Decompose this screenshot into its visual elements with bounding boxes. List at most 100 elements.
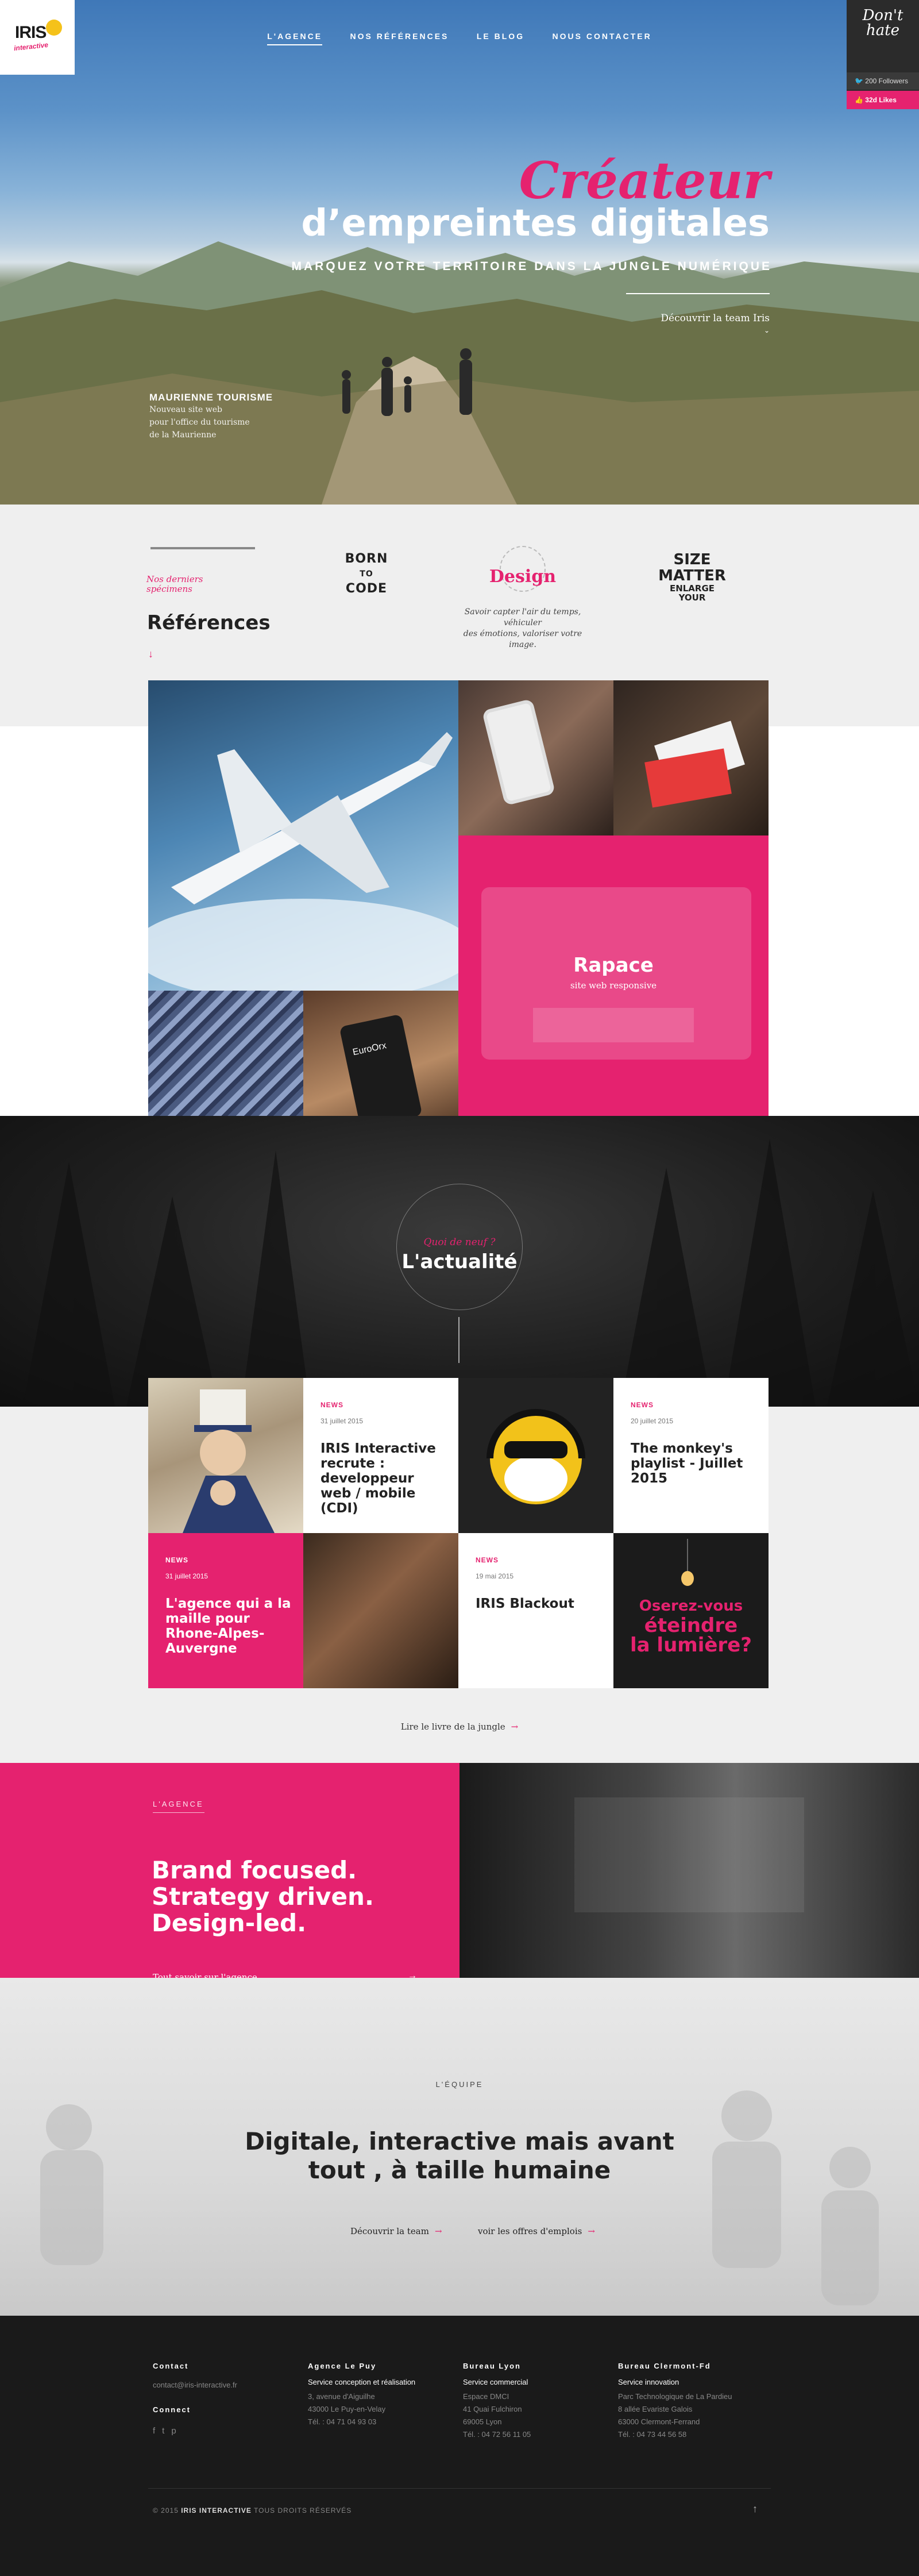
badge-line: MATTER — [658, 567, 726, 584]
news-title: L'actualité — [401, 1250, 518, 1273]
featured-reference-subtitle: site web responsive — [570, 980, 657, 991]
news-image-monkey[interactable] — [458, 1378, 613, 1533]
references-title: Références — [147, 611, 271, 634]
footer — [0, 2316, 919, 2576]
news-title: L'agence qui a la maille pour Rhone-Alpe… — [165, 1596, 291, 1656]
footer-email-link[interactable]: contact@iris-interactive.fr — [153, 2379, 237, 2392]
jobs-link[interactable]: voir les offres d'emplois → — [478, 2226, 595, 2236]
nav-item-agence[interactable]: L'agence — [267, 32, 323, 45]
office-service: Service conception et réalisation — [308, 2378, 416, 2386]
airplane-image — [148, 732, 458, 991]
twitter-followers-button[interactable]: 🐦 200 Followers — [847, 72, 919, 90]
design-text-line: des émotions, valoriser votre image. — [463, 629, 582, 649]
born-to-code-badge: BORN TO CODE — [337, 552, 396, 596]
footer-contact-title: Contact — [153, 2362, 189, 2370]
footer-divider — [148, 2488, 771, 2489]
copyright: © 2015 IRIS INTERACTIVE TOUS DROITS RÉSE… — [153, 2506, 352, 2515]
reference-tile-airplane[interactable] — [148, 680, 458, 991]
kicker-line: spécimens — [146, 584, 192, 594]
design-text: Savoir capter l'air du temps, véhiculer … — [460, 607, 586, 650]
office-service: Service commercial — [463, 2378, 528, 2386]
news-image-uncle-sam[interactable] — [148, 1378, 303, 1533]
arrow-down-icon: ↓ — [148, 648, 153, 660]
facebook-likes-button[interactable]: 👍 32d Likes — [847, 91, 919, 109]
nav-item-contact[interactable]: Nous contacter — [553, 32, 652, 41]
hero-section: IRIS interactive L'agence Nos références… — [0, 0, 919, 505]
uncle-sam-illustration — [183, 1389, 275, 1533]
caption-title: Maurienne Tourisme — [149, 392, 273, 403]
poster-line: la lumière? — [630, 1634, 752, 1657]
news-date: 31 juillet 2015 — [321, 1417, 364, 1425]
twitter-count: 200 Followers — [865, 77, 908, 85]
arrow-right-icon: → — [511, 1722, 519, 1732]
hero-mountains-illustration — [0, 241, 919, 505]
design-badge[interactable]: Design Savoir capter l'air du temps, véh… — [460, 546, 586, 650]
nav-item-blog[interactable]: Le blog — [477, 32, 524, 41]
news-card[interactable]: News 31 juillet 2015 L'agence qui a la m… — [148, 1533, 303, 1688]
kicker-line: Nos derniers — [146, 574, 203, 584]
agence-kicker: L'agence — [153, 1800, 204, 1808]
address-line: 8 allée Evariste Galois — [618, 2405, 693, 2413]
hero-cta-link[interactable]: Découvrir la team Iris ⌄ — [626, 293, 770, 334]
news-title: IRIS Blackout — [476, 1596, 574, 1611]
featured-reference-title: Rapace — [573, 954, 654, 977]
reference-tile-business-cards[interactable] — [613, 680, 769, 835]
equipe-title-line: tout , à taille humaine — [308, 2156, 611, 2184]
caption-line: pour l'office du tourisme — [149, 418, 250, 427]
news-image-team[interactable] — [303, 1533, 458, 1688]
address-line: Tél. : 04 71 04 93 03 — [308, 2417, 377, 2426]
news-card[interactable]: News 31 juillet 2015 IRIS Interactive re… — [303, 1378, 458, 1533]
footer-social-icons: ftp — [153, 2425, 183, 2438]
agence-title-line: Strategy driven. — [152, 1882, 374, 1911]
back-to-top-arrow-icon[interactable]: ↑ — [752, 2503, 758, 2515]
address-line: 43000 Le Puy-en-Velay — [308, 2405, 386, 2413]
hero-caption[interactable]: Maurienne Tourisme Nouveau site web pour… — [149, 392, 273, 441]
pinterest-icon[interactable]: p — [171, 2426, 183, 2436]
news-kicker: Quoi de neuf ? — [423, 1237, 496, 1248]
address-line: Parc Technologique de La Pardieu — [618, 2392, 732, 2401]
design-title: Design — [489, 567, 557, 587]
team-link[interactable]: Découvrir la team → — [350, 2226, 442, 2236]
poster-text: Oserez-vous éteindre la lumière? — [625, 1596, 757, 1655]
address-line: 3, avenue d'Aiguilhe — [308, 2392, 375, 2401]
news-label: News — [165, 1556, 188, 1564]
news-card[interactable]: News 19 mai 2015 IRIS Blackout — [458, 1533, 613, 1688]
reference-tile-phone[interactable] — [458, 680, 613, 835]
social-panel: Don't hate 🐦 200 Followers 👍 32d Likes — [847, 0, 919, 109]
copyright-year: © 2015 — [153, 2506, 179, 2515]
reference-tile-rapace[interactable] — [458, 835, 769, 1146]
office-window — [574, 1797, 804, 1912]
chevron-down-icon: ⌄ — [763, 326, 770, 334]
eurorx-label: EuroOrx — [352, 1041, 388, 1058]
product-image — [533, 1008, 694, 1042]
copyright-brand: IRIS INTERACTIVE — [181, 2506, 252, 2515]
agence-title-line: Brand focused. — [152, 1856, 357, 1884]
twitter-icon[interactable]: t — [162, 2426, 171, 2436]
references-divider — [150, 547, 255, 549]
facebook-icon[interactable]: f — [153, 2426, 162, 2436]
arrow-right-icon: → — [434, 2226, 442, 2236]
signature-text: Don't hate — [862, 7, 903, 39]
badge-line: ENLARGE — [669, 583, 715, 594]
address-line: 69005 Lyon — [463, 2417, 502, 2426]
badge-line: SIZE — [673, 551, 711, 568]
news-image-blackout-poster[interactable]: Oserez-vous éteindre la lumière? — [613, 1533, 769, 1688]
lightbulb-icon — [681, 1571, 694, 1586]
agence-photo — [460, 1763, 919, 1978]
phone-image: EuroOrx — [339, 1014, 423, 1129]
hero-title-main: d’empreintes digitales — [301, 202, 770, 245]
badge-line: BORN — [345, 552, 388, 566]
address-line: 63000 Clermont-Ferrand — [618, 2417, 700, 2426]
equipe-title-line: Digitale, interactive mais avant — [245, 2127, 674, 2155]
news-date: 20 juillet 2015 — [631, 1417, 674, 1425]
address-line: Espace DMCI — [463, 2392, 509, 2401]
nav-item-references[interactable]: Nos références — [350, 32, 449, 41]
news-date: 19 mai 2015 — [476, 1572, 514, 1580]
badge-line: YOUR — [678, 592, 706, 603]
agence-kicker-underline — [153, 1812, 204, 1813]
office-address: Parc Technologique de La Pardieu 8 allée… — [618, 2390, 732, 2441]
news-more-link[interactable]: Lire le livre de la jungle → — [0, 1722, 919, 1732]
office-service: Service innovation — [618, 2378, 679, 2386]
news-card[interactable]: News 20 juillet 2015 The monkey's playli… — [613, 1378, 769, 1533]
badge-line: TO — [360, 569, 373, 579]
